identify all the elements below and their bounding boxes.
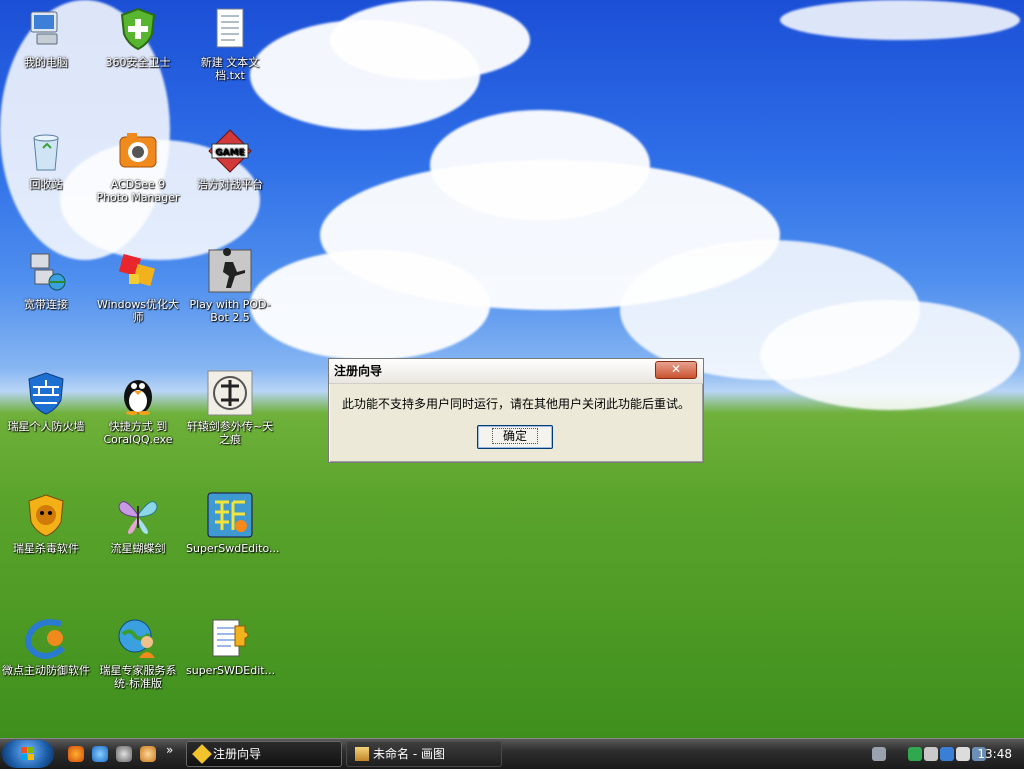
registration-wizard-dialog: 注册向导 ✕ 此功能不支持多用户同时运行，请在其他用户关闭此功能后重试。 确定 xyxy=(328,358,704,463)
messenger-icon[interactable] xyxy=(116,746,132,762)
desktop-icon-label: 我的电脑 xyxy=(24,56,68,69)
task-label: 注册向导 xyxy=(213,747,262,761)
desktop-icon-coralqq[interactable]: 快捷方式 到 CoralQQ.exe xyxy=(92,370,184,446)
desktop-icon-label: 轩辕剑参外传~天之痕 xyxy=(186,420,274,446)
firefox-icon[interactable] xyxy=(68,746,84,762)
desktop-icon-label: 瑞星个人防火墙 xyxy=(7,420,85,433)
clock[interactable]: 13:48 xyxy=(977,739,1012,769)
paint-icon xyxy=(355,747,369,761)
desktop-icon-label: 360安全卫士 xyxy=(105,56,171,69)
desktop-icon-broadband[interactable]: 宽带连接 xyxy=(0,248,92,311)
recycle-bin-icon xyxy=(23,128,69,174)
desktop-icon-windows-optimizer[interactable]: Windows优化大师 xyxy=(92,248,184,324)
desktop-icon-label: superSWDEdit... xyxy=(186,664,276,677)
desktop-icon-meteor-butterfly[interactable]: 流星蝴蝶剑 xyxy=(92,492,184,555)
network-connection-icon xyxy=(23,248,69,294)
wrench-icon[interactable] xyxy=(924,747,938,761)
desktop-icon-rising-firewall[interactable]: 瑞星个人防火墙 xyxy=(0,370,92,433)
quicklaunch-more-icon[interactable]: » xyxy=(166,743,173,757)
desktop-icon-label: SuperSwdEdito... xyxy=(186,542,280,555)
notepad-puzzle-icon xyxy=(207,614,253,660)
ok-button-label: 确定 xyxy=(491,428,538,444)
lion-shield-icon xyxy=(23,492,69,538)
umbrella-icon[interactable] xyxy=(908,747,922,761)
cloud xyxy=(760,300,1020,410)
globe-user-icon xyxy=(115,614,161,660)
volume-icon[interactable] xyxy=(956,747,970,761)
camera-icon xyxy=(115,128,161,174)
cubes-icon xyxy=(115,248,161,294)
desktop-icon-micropoint[interactable]: 微点主动防御软件 xyxy=(0,614,92,677)
close-icon: ✕ xyxy=(670,362,682,376)
butterfly-icon xyxy=(115,492,161,538)
windows-logo-icon xyxy=(21,747,34,760)
shield-icon xyxy=(115,6,161,52)
desktop-icon-label: 微点主动防御软件 xyxy=(2,664,90,677)
dialog-title: 注册向导 xyxy=(329,359,703,384)
start-button[interactable] xyxy=(2,740,54,768)
desktop-icon-rising-antivirus[interactable]: 瑞星杀毒软件 xyxy=(0,492,92,555)
wizard-icon xyxy=(192,744,212,764)
desktop-icon-superswdeditor-2[interactable]: superSWDEdit... xyxy=(184,614,276,677)
dialog-message: 此功能不支持多用户同时运行，请在其他用户关闭此功能后重试。 xyxy=(341,397,690,411)
desktop-icon-label: 瑞星杀毒软件 xyxy=(13,542,79,555)
svg-text:GAME: GAME xyxy=(215,148,244,158)
editor-glyph-icon xyxy=(207,492,253,538)
firewall-icon xyxy=(23,370,69,416)
desktop-icon-recycle-bin[interactable]: 回收站 xyxy=(0,128,92,191)
desktop-icon-haofang[interactable]: GAME 浩方对战平台 xyxy=(184,128,276,191)
cloud xyxy=(780,0,1020,40)
cloud xyxy=(430,110,650,220)
desktop-icon-label: Windows优化大师 xyxy=(96,298,180,324)
desktop-icon-my-computer[interactable]: 我的电脑 xyxy=(0,6,92,69)
desktop-icon-label: 浩方对战平台 xyxy=(197,178,263,191)
desktop-icon-superswdeditor-1[interactable]: SuperSwdEdito... xyxy=(184,492,280,555)
keyboard-icon[interactable] xyxy=(872,747,886,761)
taskbar: » 注册向导 未命名 - 画图 13:48 xyxy=(0,738,1024,769)
desktop-icon-label: 快捷方式 到 CoralQQ.exe xyxy=(103,420,173,446)
face-icon[interactable] xyxy=(140,746,156,762)
system-tray: 13:48 xyxy=(864,739,1024,769)
taskbar-item-paint[interactable]: 未命名 - 画图 xyxy=(346,741,502,767)
micropoint-icon xyxy=(23,614,69,660)
taskbar-item-registration-wizard[interactable]: 注册向导 xyxy=(186,741,342,767)
internet-explorer-icon[interactable] xyxy=(92,746,108,762)
desktop-icon-label: 宽带连接 xyxy=(24,298,68,311)
desktop-icon-new-text-document[interactable]: 新建 文本文档.txt xyxy=(184,6,276,82)
desktop-icon-label: Play with POD-Bot 2.5 xyxy=(189,298,271,324)
counter-strike-icon xyxy=(207,248,253,294)
desktop-icon-acdsee[interactable]: ACDSee 9 Photo Manager xyxy=(92,128,184,204)
desktop-icon-pod-bot[interactable]: Play with POD-Bot 2.5 xyxy=(184,248,276,324)
network-icon[interactable] xyxy=(940,747,954,761)
ok-button[interactable]: 确定 xyxy=(477,425,553,449)
my-computer-icon xyxy=(23,6,69,52)
desktop-icon-label: 瑞星专家服务系统-标准版 xyxy=(99,664,177,690)
desktop-icon-xuanyuan-sword[interactable]: 轩辕剑参外传~天之痕 xyxy=(184,370,276,446)
desktop-icon-label: 流星蝴蝶剑 xyxy=(110,542,166,555)
desktop-icon-label: 回收站 xyxy=(29,178,63,191)
text-document-icon xyxy=(207,6,253,52)
game-icon: GAME xyxy=(207,128,253,174)
close-button[interactable]: ✕ xyxy=(655,361,697,379)
cloud xyxy=(250,250,490,360)
penguin-icon xyxy=(115,370,161,416)
task-label: 未命名 - 画图 xyxy=(373,747,445,761)
desktop-icon-360-security[interactable]: 360安全卫士 xyxy=(92,6,184,69)
desktop-icon-rising-expert-service[interactable]: 瑞星专家服务系统-标准版 xyxy=(92,614,184,690)
desktop-icon-label: ACDSee 9 Photo Manager xyxy=(96,178,180,204)
sword-game-icon xyxy=(207,370,253,416)
desktop-icon-label: 新建 文本文档.txt xyxy=(200,56,260,82)
cloud xyxy=(330,0,530,80)
